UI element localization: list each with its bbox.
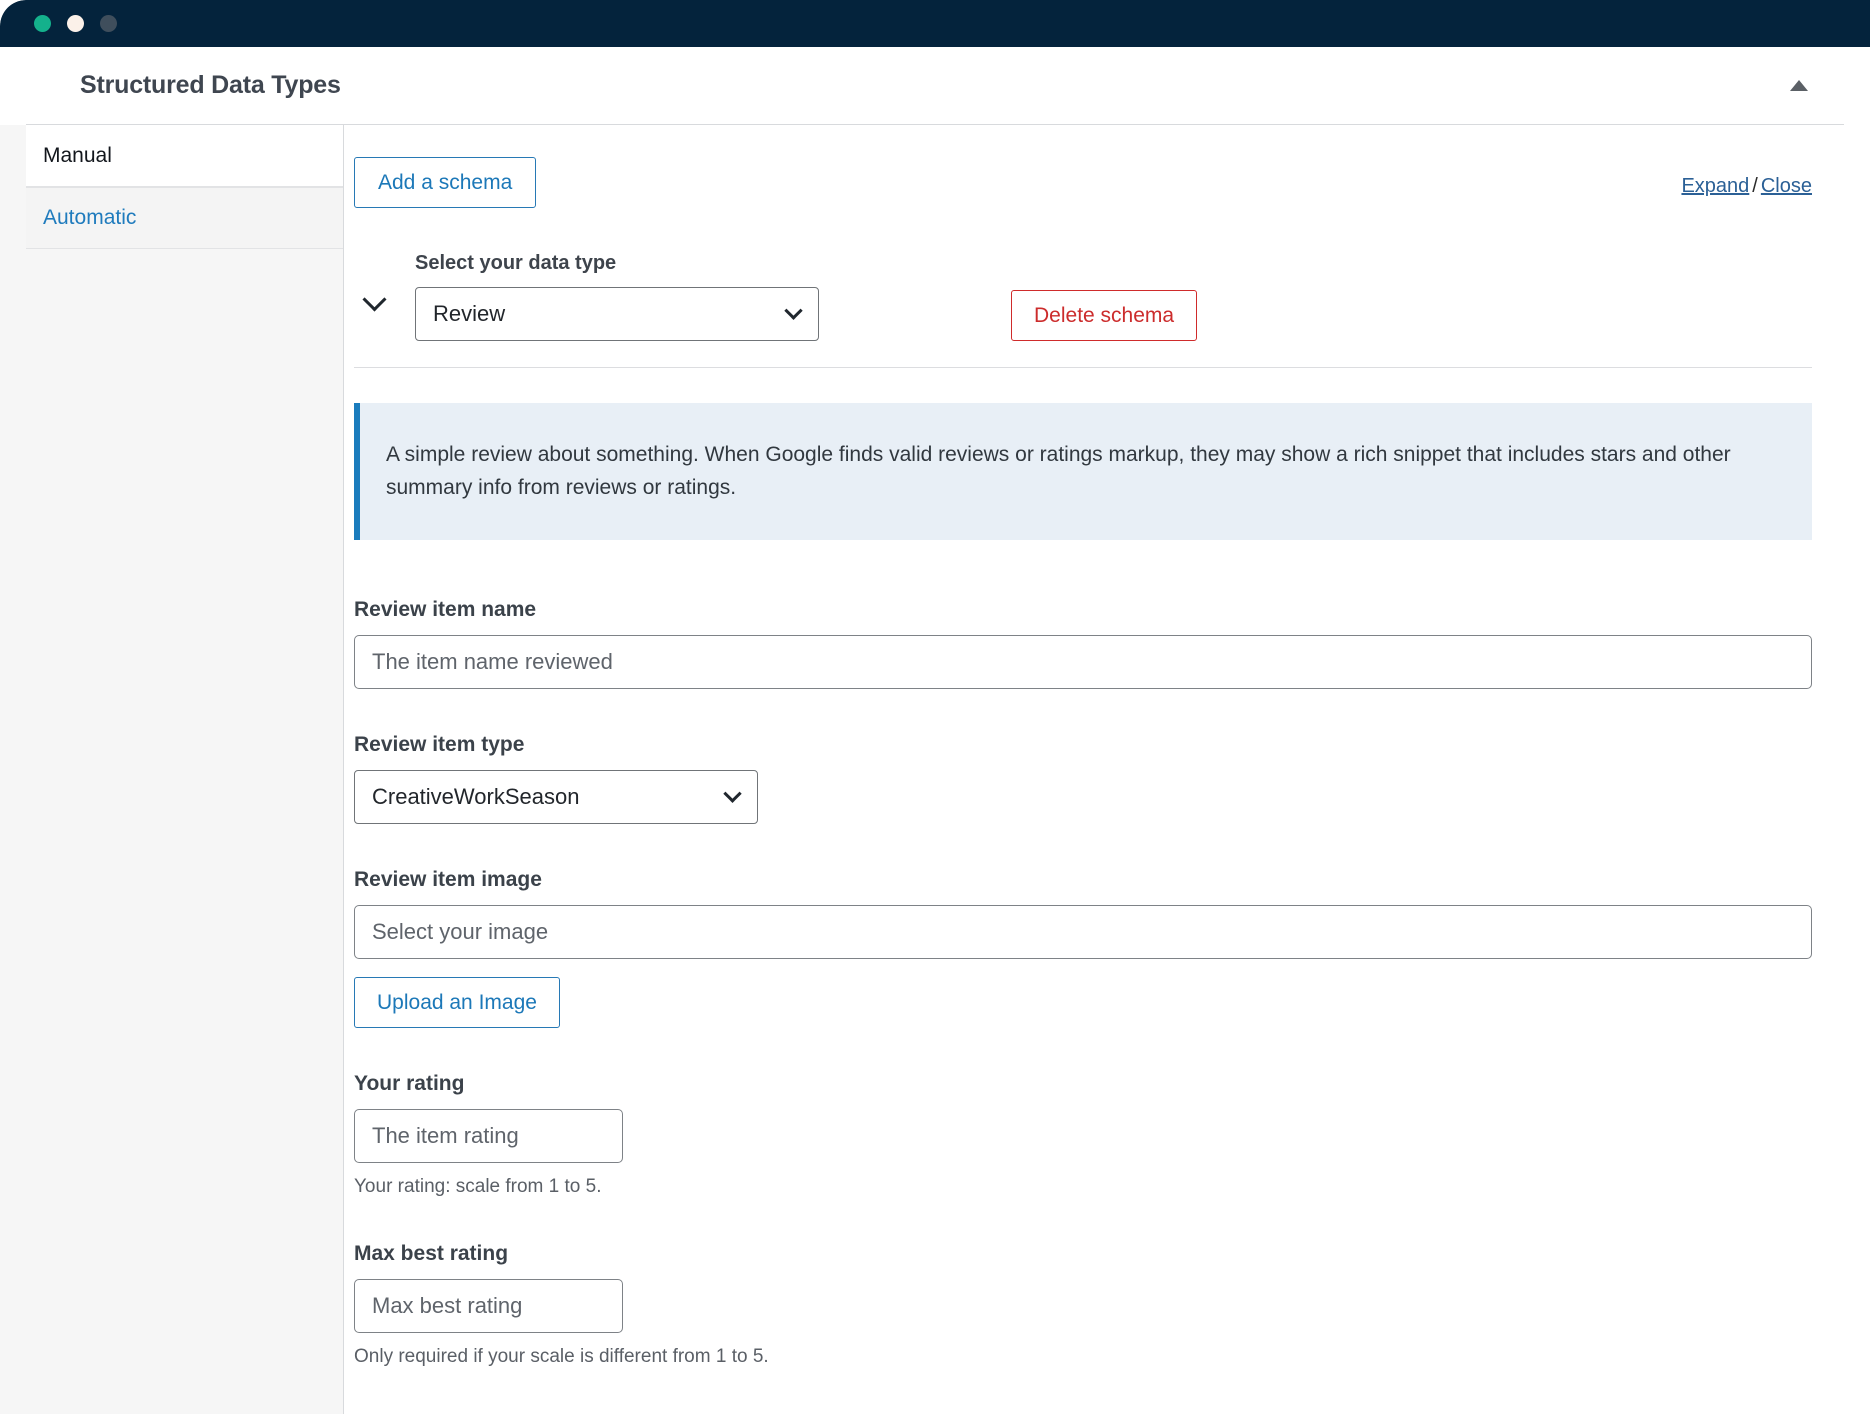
panel-header: Structured Data Types: [26, 47, 1844, 125]
sidebar-item-automatic[interactable]: Automatic: [26, 187, 343, 249]
schema-info-notice: A simple review about something. When Go…: [354, 403, 1812, 541]
triangle-up-icon[interactable]: [1788, 75, 1810, 97]
your-rating-help: Your rating: scale from 1 to 5.: [354, 1175, 602, 1197]
content-toolbar: Add a schema Expand / Close: [344, 125, 1812, 209]
review-item-image-input[interactable]: [354, 904, 1812, 959]
delete-schema-button[interactable]: Delete schema: [1011, 290, 1198, 342]
data-type-field: Select your data type Review: [415, 252, 819, 341]
panel-body: Manual Automatic Add a schema Expand / Clo…: [0, 125, 1870, 1414]
your-rating-input[interactable]: [354, 1108, 623, 1163]
close-link[interactable]: Close: [1761, 175, 1812, 197]
sidebar-item-label: Manual: [43, 143, 112, 167]
section-divider: [354, 367, 1812, 369]
field-your-rating: Your rating Your rating: scale from 1 to…: [354, 1072, 1812, 1198]
app-window: Structured Data Types Manual Automatic A…: [0, 0, 1870, 1414]
data-type-label: Select your data type: [415, 252, 617, 275]
chevron-down-icon[interactable]: [354, 252, 394, 312]
window-minimize-dot[interactable]: [67, 15, 84, 32]
max-best-rating-label: Max best rating: [354, 1241, 509, 1265]
review-item-type-label: Review item type: [354, 733, 525, 757]
field-review-item-type: Review item type CreativeWorkSeason: [354, 733, 1812, 824]
add-schema-button[interactable]: Add a schema: [354, 157, 537, 209]
field-review-item-name: Review item name: [354, 598, 1812, 690]
review-item-type-select-wrap: CreativeWorkSeason: [354, 770, 758, 824]
expand-link[interactable]: Expand: [1681, 175, 1749, 197]
sidebar-item-label: Automatic: [43, 206, 137, 229]
links-separator: /: [1752, 175, 1758, 197]
sidebar: Manual Automatic: [0, 125, 344, 1414]
sidebar-empty-area: [26, 249, 343, 1414]
window-maximize-dot[interactable]: [100, 15, 117, 32]
data-type-select[interactable]: Review: [415, 287, 819, 341]
review-item-name-input[interactable]: [354, 635, 1812, 690]
schema-form: Review item name Review item type Creati…: [344, 598, 1812, 1414]
your-rating-label: Your rating: [354, 1071, 465, 1095]
main-content: Add a schema Expand / Close Select your da…: [344, 125, 1870, 1414]
window-close-dot[interactable]: [34, 15, 51, 32]
max-best-rating-input[interactable]: [354, 1278, 623, 1333]
review-item-type-select[interactable]: CreativeWorkSeason: [354, 770, 758, 824]
review-item-name-label: Review item name: [354, 598, 537, 622]
data-type-row: Select your data type Review Delete sche…: [344, 230, 1812, 342]
schema-card: Select your data type Review Delete sche…: [344, 230, 1812, 1414]
upload-image-button[interactable]: Upload an Image: [354, 976, 560, 1028]
field-review-item-image: Review item image Upload an Image: [354, 868, 1812, 1028]
sidebar-item-manual[interactable]: Manual: [26, 125, 343, 187]
page-title: Structured Data Types: [80, 71, 341, 99]
review-item-image-label: Review item image: [354, 867, 542, 891]
data-type-select-wrap: Review: [415, 287, 819, 341]
max-best-rating-help: Only required if your scale is different…: [354, 1345, 769, 1367]
expand-close-links: Expand / Close: [1681, 157, 1812, 198]
window-titlebar: [0, 0, 1870, 47]
field-max-best-rating: Max best rating Only required if your sc…: [354, 1242, 1812, 1368]
